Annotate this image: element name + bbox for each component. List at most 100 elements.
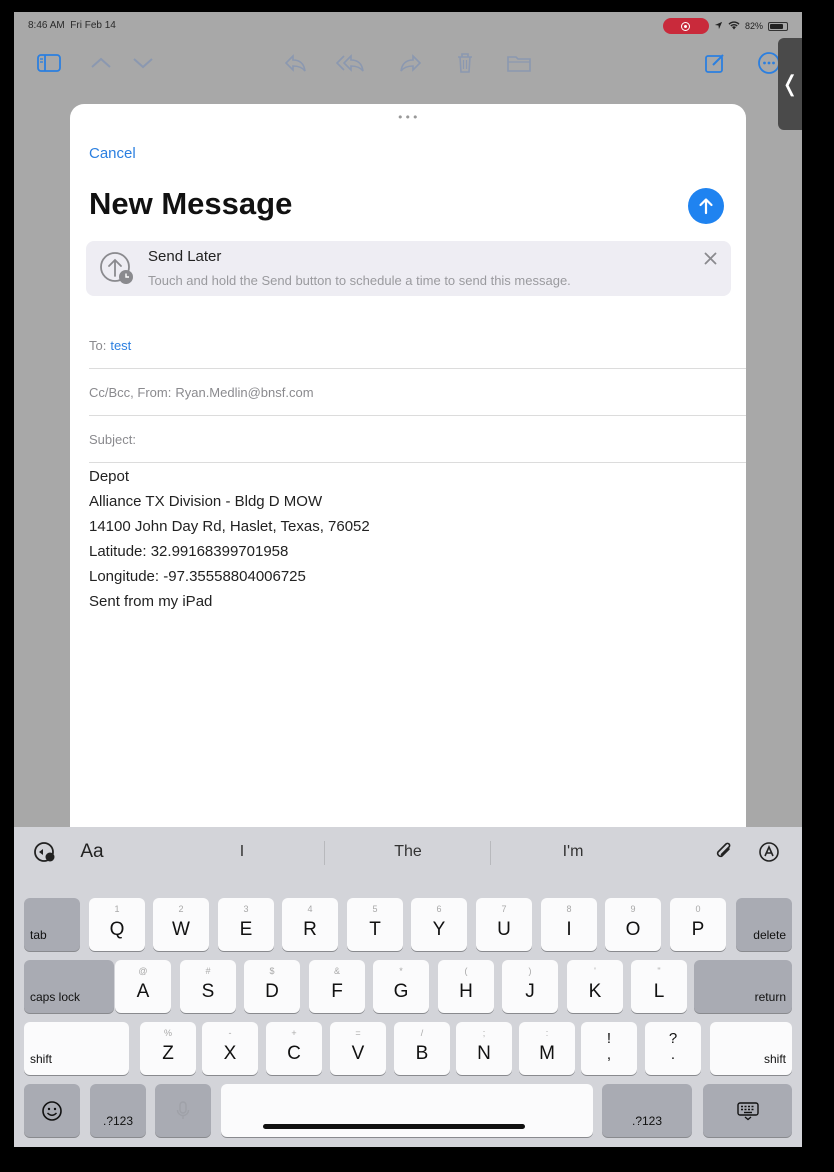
compose-icon	[705, 54, 724, 73]
key-l[interactable]: " L	[631, 960, 687, 1013]
side-panel-handle[interactable]: ❬	[778, 38, 802, 130]
cc-bcc-from-label: Cc/Bcc, From:	[89, 385, 172, 400]
from-address[interactable]: Ryan.Medlin@bnsf.com	[175, 385, 313, 400]
key-s[interactable]: # S	[180, 960, 236, 1013]
key-q[interactable]: 1Q	[89, 898, 145, 951]
subject-label: Subject:	[89, 432, 136, 447]
forward-button[interactable]	[396, 50, 426, 76]
page-title: New Message	[89, 186, 293, 221]
wifi-icon	[728, 20, 740, 32]
body-line: 14100 John Day Rd, Haslet, Texas, 76052	[89, 518, 370, 535]
cancel-button[interactable]: Cancel	[89, 145, 136, 162]
key-j[interactable]: ) J	[502, 960, 558, 1013]
key-exclaim-comma[interactable]: !,	[581, 1022, 637, 1075]
scheduled-send-icon	[98, 249, 136, 287]
reply-all-button[interactable]	[336, 50, 366, 76]
status-time-date: 8:46 AM Fri Feb 14	[28, 20, 116, 31]
key-a[interactable]: @ A	[115, 960, 171, 1013]
send-later-title: Send Later	[148, 248, 222, 265]
sidebar-toggle-button[interactable]	[34, 50, 64, 76]
key-w[interactable]: 2W	[153, 898, 209, 951]
next-message-button[interactable]	[128, 50, 158, 76]
reply-all-icon	[336, 54, 364, 72]
suggestion-bar: Aa I The I'm	[14, 827, 802, 877]
arrow-up-icon	[699, 198, 713, 215]
key-d[interactable]: $ D	[244, 960, 300, 1013]
chevron-left-icon: ❬	[780, 71, 800, 97]
compose-button[interactable]	[700, 50, 730, 76]
key-c[interactable]: + C	[266, 1022, 322, 1075]
numbers-key-right[interactable]: .?123	[602, 1084, 692, 1137]
cc-bcc-from-field[interactable]: Cc/Bcc, From: Ryan.Medlin@bnsf.com	[89, 370, 746, 416]
reply-icon	[284, 54, 306, 72]
tab-key[interactable]: tab	[24, 898, 80, 951]
send-later-banner: Send Later Touch and hold the Send butto…	[86, 241, 731, 296]
on-screen-keyboard: Aa I The I'm tab 1Q 2W 3E 4R 5T 6Y 7U 8I…	[14, 827, 802, 1147]
previous-message-button[interactable]	[86, 50, 116, 76]
key-u[interactable]: 7U	[476, 898, 532, 951]
divider	[490, 841, 491, 865]
key-question-period[interactable]: ?.	[645, 1022, 701, 1075]
return-key[interactable]: return	[694, 960, 792, 1013]
space-bar[interactable]	[221, 1084, 593, 1137]
shift-left-key[interactable]: shift	[24, 1022, 129, 1075]
reply-button[interactable]	[280, 50, 310, 76]
key-p[interactable]: 0P	[670, 898, 726, 951]
ipad-screen: 8:46 AM Fri Feb 14 82% ❬ ••• Cancel New …	[14, 12, 802, 1147]
key-r[interactable]: 4R	[282, 898, 338, 951]
microphone-icon	[155, 1084, 211, 1137]
suggestion-1[interactable]: I	[162, 843, 322, 861]
key-v[interactable]: = V	[330, 1022, 386, 1075]
key-e[interactable]: 3E	[218, 898, 274, 951]
key-t[interactable]: 5T	[347, 898, 403, 951]
folder-icon	[507, 56, 531, 72]
key-i[interactable]: 8I	[541, 898, 597, 951]
emoji-key[interactable]	[24, 1084, 80, 1137]
caps-lock-key[interactable]: caps lock	[24, 960, 114, 1013]
key-m[interactable]: :M	[519, 1022, 575, 1075]
trash-button[interactable]	[450, 50, 480, 76]
sheet-grabber-icon[interactable]: •••	[397, 111, 419, 124]
key-n[interactable]: ; N	[456, 1022, 512, 1075]
key-f[interactable]: & F	[309, 960, 365, 1013]
home-indicator[interactable]	[263, 1124, 525, 1129]
shift-right-key[interactable]: shift	[710, 1022, 792, 1075]
dictation-key[interactable]	[155, 1084, 211, 1137]
status-indicators: 82%	[662, 18, 788, 34]
screen-record-indicator[interactable]	[662, 18, 709, 34]
suggestion-3[interactable]: I'm	[493, 843, 653, 861]
key-g[interactable]: * G	[373, 960, 429, 1013]
key-x[interactable]: -X	[202, 1022, 258, 1075]
chevron-down-icon	[133, 58, 153, 69]
scribble-icon[interactable]	[756, 839, 782, 865]
paperclip-icon[interactable]	[711, 839, 737, 865]
numbers-key-left[interactable]: .?123	[90, 1084, 146, 1137]
status-time: 8:46 AM	[28, 20, 65, 31]
divider	[324, 841, 325, 865]
send-button[interactable]	[688, 188, 724, 224]
body-line: Sent from my iPad	[89, 593, 213, 610]
key-z[interactable]: % Z	[140, 1022, 196, 1075]
record-icon	[681, 21, 691, 31]
suggestion-2[interactable]: The	[328, 843, 488, 861]
to-field[interactable]: To: test	[89, 323, 746, 369]
markup-icon[interactable]	[32, 839, 58, 865]
trash-icon	[458, 53, 472, 73]
message-body[interactable]: Depot Alliance TX Division - Bldg D MOW …	[89, 464, 370, 614]
key-k[interactable]: ' K	[567, 960, 623, 1013]
subject-field[interactable]: Subject:	[89, 417, 746, 463]
delete-key[interactable]: delete	[736, 898, 792, 951]
format-button[interactable]: Aa	[76, 839, 108, 865]
status-date: Fri Feb 14	[70, 20, 116, 31]
key-y[interactable]: 6Y	[411, 898, 467, 951]
dismiss-keyboard-key[interactable]	[703, 1084, 792, 1137]
key-h[interactable]: (H	[438, 960, 494, 1013]
keyboard-hide-icon	[703, 1084, 792, 1137]
to-recipient[interactable]: test	[110, 338, 131, 353]
sidebar-icon	[37, 54, 61, 72]
key-b[interactable]: / B	[394, 1022, 450, 1075]
move-folder-button[interactable]	[504, 50, 534, 76]
key-o[interactable]: 9O	[605, 898, 661, 951]
close-icon[interactable]	[699, 247, 721, 269]
mail-toolbar	[14, 50, 802, 78]
